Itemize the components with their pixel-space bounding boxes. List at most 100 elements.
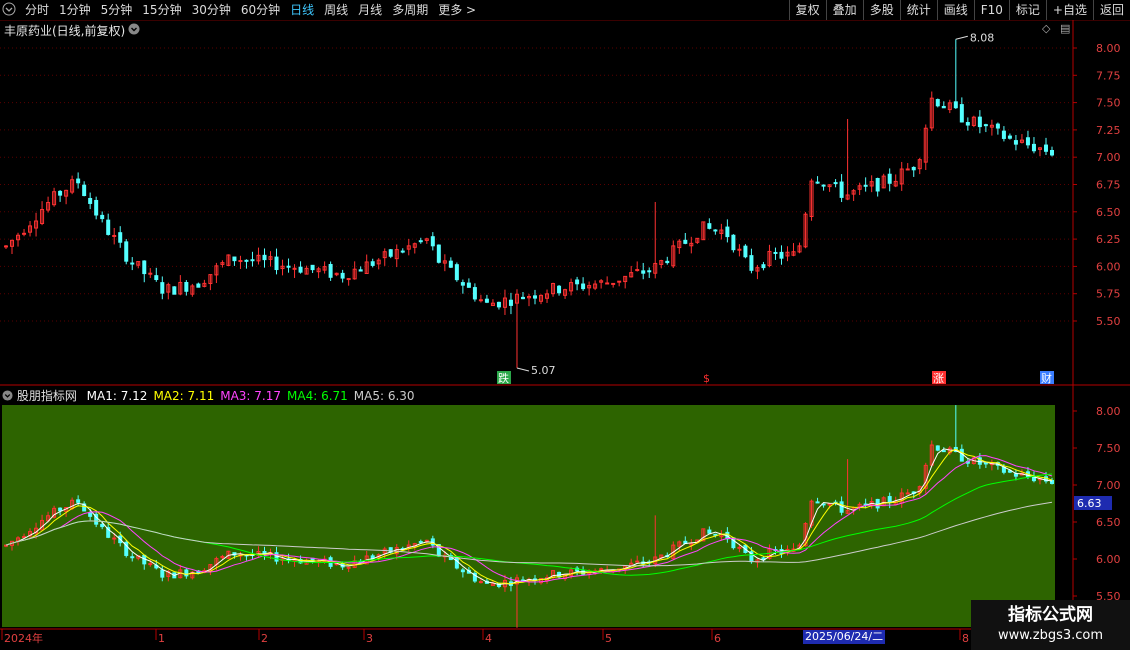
main-candle xyxy=(689,242,694,247)
ind-candle xyxy=(370,555,375,559)
ind-candle xyxy=(190,571,195,579)
main-candle xyxy=(172,286,177,295)
marker-bg-cai xyxy=(1040,371,1054,384)
ind-candle xyxy=(953,446,958,452)
main-price-tick-0: 8.00 xyxy=(1096,42,1121,55)
main-candle xyxy=(911,166,916,171)
main-candle xyxy=(773,251,778,254)
main-candle xyxy=(581,283,586,290)
period-tab-7[interactable]: 周线 xyxy=(319,0,353,20)
main-candle xyxy=(490,302,495,307)
ind-candle xyxy=(364,555,369,565)
ind-candle xyxy=(22,536,27,539)
main-candle xyxy=(851,190,856,195)
ind-candle xyxy=(905,492,910,495)
main-candle xyxy=(557,285,562,294)
main-candle xyxy=(845,194,850,200)
main-candle xyxy=(677,240,682,249)
main-candle xyxy=(178,281,183,295)
settings-icon[interactable]: ▤ xyxy=(1060,22,1070,35)
main-candle xyxy=(430,236,435,247)
toolbar-button-8[interactable]: 返回 xyxy=(1092,0,1130,20)
main-price-tick-9: 5.75 xyxy=(1096,288,1121,301)
ind-candle xyxy=(196,570,201,574)
period-tab-0[interactable]: 分时 xyxy=(20,0,54,20)
indicator-background xyxy=(2,405,1055,627)
toolbar-button-0[interactable]: 复权 xyxy=(788,0,826,20)
period-tab-6[interactable]: 日线 xyxy=(285,0,319,20)
main-candle xyxy=(220,262,225,265)
period-tab-8[interactable]: 月线 xyxy=(353,0,387,20)
ma-line-5 xyxy=(5,501,1053,567)
date-cursor-label: 2025/06/24/二 xyxy=(803,630,886,644)
ind-candle xyxy=(274,552,279,562)
period-tab-10[interactable]: 更多 > xyxy=(433,0,481,20)
ind-candle xyxy=(412,543,417,547)
ind-candle xyxy=(935,445,940,451)
ind-candle xyxy=(899,492,904,504)
main-candle xyxy=(346,278,351,281)
chevron-down-icon[interactable] xyxy=(128,23,140,35)
main-candle xyxy=(707,223,712,229)
ind-candle xyxy=(142,554,147,565)
main-candle xyxy=(118,232,123,243)
period-tab-3[interactable]: 15分钟 xyxy=(137,0,186,20)
toolbar-button-7[interactable]: +自选 xyxy=(1045,0,1093,20)
main-candle xyxy=(190,285,195,295)
main-candle xyxy=(683,239,688,244)
main-candle xyxy=(262,254,267,261)
diamond-icon[interactable]: ◇ xyxy=(1042,22,1050,35)
ind-candle xyxy=(623,565,628,570)
ind-candle xyxy=(238,554,243,557)
main-candle xyxy=(1001,130,1006,139)
main-candle xyxy=(641,270,646,274)
ind-candle xyxy=(94,513,99,525)
ind-candle xyxy=(466,569,471,574)
main-candle xyxy=(502,297,507,308)
ind-candle xyxy=(707,529,712,534)
period-tab-5[interactable]: 60分钟 xyxy=(236,0,285,20)
menu-icon[interactable] xyxy=(2,2,16,16)
main-candle xyxy=(376,259,381,265)
main-candle xyxy=(106,219,111,235)
period-tab-1[interactable]: 1分钟 xyxy=(54,0,96,20)
toolbar-button-2[interactable]: 多股 xyxy=(862,0,900,20)
chevron-down-icon[interactable] xyxy=(2,390,13,401)
ind-candle xyxy=(208,564,213,572)
main-candle xyxy=(821,184,826,187)
ind-candle xyxy=(310,557,315,562)
ind-candle xyxy=(124,541,129,556)
toolbar-button-5[interactable]: F10 xyxy=(973,0,1009,20)
toolbar-button-3[interactable]: 统计 xyxy=(899,0,937,20)
main-candle xyxy=(352,268,357,280)
main-candle xyxy=(406,245,411,250)
ma-line-1 xyxy=(5,448,1053,586)
toolbar-button-4[interactable]: 画线 xyxy=(936,0,974,20)
ind-candle xyxy=(394,547,399,555)
ind-candle xyxy=(400,548,405,551)
main-candle xyxy=(659,260,664,265)
stock-title: 丰原药业(日线,前复权) xyxy=(4,24,126,38)
ind-candle xyxy=(557,571,562,578)
main-candle xyxy=(184,281,189,292)
ind-candle xyxy=(527,578,531,581)
period-tab-4[interactable]: 30分钟 xyxy=(187,0,236,20)
ind-candle xyxy=(1007,470,1012,473)
watermark-url: www.zbgs3.com xyxy=(997,628,1104,643)
main-price-tick-6: 6.50 xyxy=(1096,206,1121,219)
ind-candle xyxy=(172,572,177,579)
main-candle xyxy=(16,234,21,241)
main-candle xyxy=(100,214,105,220)
main-candle xyxy=(545,293,550,299)
toolbar-button-1[interactable]: 叠加 xyxy=(825,0,863,20)
toolbar-button-6[interactable]: 标记 xyxy=(1008,0,1046,20)
main-chart[interactable]: 8.00 7.75 7.50 7.25 7.00 6.75 6.50 6.25 6.00 5.75… xyxy=(0,0,1130,650)
main-candle xyxy=(130,262,135,265)
ind-candle xyxy=(406,544,411,548)
marker-bg-dollar xyxy=(702,371,716,384)
period-tab-2[interactable]: 5分钟 xyxy=(96,0,138,20)
period-tab-9[interactable]: 多周期 xyxy=(387,0,433,20)
main-candle xyxy=(539,294,544,302)
main-candle xyxy=(563,289,568,296)
main-candle xyxy=(412,243,417,248)
